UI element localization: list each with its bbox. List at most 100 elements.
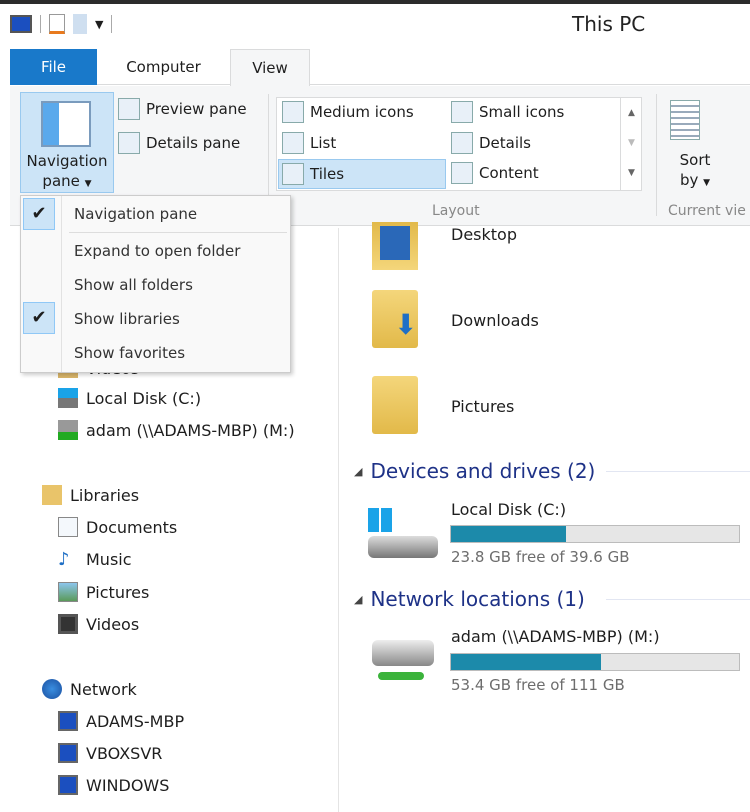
- tab-view[interactable]: View: [230, 49, 310, 86]
- collapse-icon[interactable]: ◢: [354, 465, 362, 478]
- documents-icon: [58, 517, 78, 537]
- label: Libraries: [70, 485, 140, 505]
- details-pane-icon: [118, 132, 140, 154]
- check-icon: ✔: [23, 198, 55, 230]
- label: Pictures: [86, 582, 150, 602]
- properties-icon[interactable]: [49, 14, 65, 34]
- layout-tiles[interactable]: Tiles: [278, 159, 446, 189]
- drive-free-space: 53.4 GB free of 111 GB: [451, 676, 625, 694]
- layout-content[interactable]: Content: [451, 162, 539, 184]
- network-drive-icon[interactable]: [372, 640, 438, 690]
- scroll-up-icon[interactable]: ▲: [621, 98, 642, 128]
- nav-item-network-drive[interactable]: adam (\\ADAMS-MBP) (M:): [58, 420, 295, 440]
- layout-group-label: Layout: [432, 203, 480, 219]
- gallery-expand-icon[interactable]: ▼: [621, 158, 642, 188]
- label: Content: [479, 164, 539, 182]
- tab-computer[interactable]: Computer: [97, 49, 230, 85]
- list-icon: [282, 132, 304, 154]
- label: Network: [70, 679, 137, 699]
- label: Small icons: [479, 103, 565, 121]
- menu-item-show-favorites[interactable]: Show favorites: [74, 344, 185, 362]
- music-icon: ♪: [58, 549, 70, 570]
- tiles-icon: [282, 163, 304, 185]
- label: Local Disk (C:): [86, 388, 202, 408]
- computer-icon: [58, 775, 78, 795]
- pictures-icon: [58, 582, 78, 602]
- menu-item-show-libraries[interactable]: Show libraries: [74, 310, 180, 328]
- menu-item-show-all-folders[interactable]: Show all folders: [74, 276, 193, 294]
- label: Documents: [86, 517, 178, 537]
- label: ADAMS-MBP: [86, 711, 185, 731]
- details-icon: [451, 132, 473, 154]
- layout-details[interactable]: Details: [451, 132, 531, 154]
- label: Medium icons: [310, 103, 414, 121]
- divider: [606, 599, 750, 600]
- divider: [606, 471, 750, 472]
- navigation-pane-menu: ✔ ✔ Navigation pane Expand to open folde…: [20, 195, 291, 373]
- network-drive-icon: [58, 420, 78, 440]
- menu-item-expand-to-open-folder[interactable]: Expand to open folder: [74, 242, 240, 260]
- label: List: [310, 134, 337, 152]
- pictures-folder-icon[interactable]: [372, 376, 418, 434]
- libraries-icon: [42, 485, 62, 505]
- drive-name[interactable]: Local Disk (C:): [451, 500, 566, 519]
- small-icons-icon: [451, 101, 473, 123]
- nav-item-network[interactable]: Network: [42, 679, 137, 699]
- preview-pane-button[interactable]: Preview pane: [118, 98, 247, 120]
- drive-usage-fill: [451, 654, 601, 670]
- layout-small-icons[interactable]: Small icons: [451, 101, 564, 123]
- computer-icon: [58, 711, 78, 731]
- preview-pane-icon: [118, 98, 140, 120]
- local-disk-drive-icon[interactable]: [368, 508, 440, 564]
- label: Network locations (1): [370, 587, 585, 611]
- navigation-pane-label2: pane: [42, 172, 80, 190]
- downloads-folder-icon[interactable]: ⬇: [372, 290, 418, 348]
- nav-item-adams-mbp[interactable]: ADAMS-MBP: [58, 711, 184, 731]
- window-top-border: [0, 0, 750, 4]
- sort-label: Sort: [679, 151, 711, 169]
- nav-item-local-disk[interactable]: Local Disk (C:): [58, 388, 201, 408]
- desktop-folder-icon[interactable]: [372, 222, 418, 270]
- drive-name[interactable]: adam (\\ADAMS-MBP) (M:): [451, 627, 660, 646]
- nav-item-videos-library[interactable]: Videos: [58, 614, 139, 634]
- navigation-pane-label: Navigation: [26, 152, 108, 170]
- details-pane-label: Details pane: [146, 134, 241, 152]
- layout-list[interactable]: List: [282, 132, 336, 154]
- computer-icon: [58, 743, 78, 763]
- label: VBOXSVR: [86, 743, 163, 763]
- sort-by-button[interactable]: Sort by ▼: [670, 100, 720, 200]
- layout-medium-icons[interactable]: Medium icons: [282, 101, 414, 123]
- preview-pane-label: Preview pane: [146, 100, 247, 118]
- nav-item-vboxsvr[interactable]: VBOXSVR: [58, 743, 162, 763]
- folder-downloads[interactable]: Downloads: [451, 311, 539, 330]
- content-icon: [451, 162, 473, 184]
- network-group-header[interactable]: ◢ Network locations (1): [354, 587, 585, 611]
- navigation-pane-icon: [41, 101, 91, 147]
- label: Tiles: [310, 165, 345, 183]
- tab-file[interactable]: File: [10, 49, 97, 85]
- details-pane-button[interactable]: Details pane: [118, 132, 240, 154]
- drive-usage-bar: [450, 653, 740, 671]
- nav-item-music[interactable]: ♪ Music: [58, 549, 132, 570]
- drive-free-space: 23.8 GB free of 39.6 GB: [451, 548, 630, 566]
- menu-item-navigation-pane[interactable]: Navigation pane: [74, 205, 197, 223]
- collapse-icon[interactable]: ◢: [354, 593, 362, 606]
- folder-desktop[interactable]: Desktop: [451, 225, 517, 244]
- divider: [656, 94, 657, 216]
- nav-item-libraries[interactable]: Libraries: [42, 485, 139, 505]
- scroll-down-icon[interactable]: ▼: [621, 128, 642, 158]
- folder-pictures[interactable]: Pictures: [451, 397, 514, 416]
- nav-item-windows[interactable]: WINDOWS: [58, 775, 169, 795]
- computer-icon[interactable]: [10, 15, 32, 33]
- nav-item-pictures[interactable]: Pictures: [58, 582, 149, 602]
- divider: [69, 232, 287, 233]
- gallery-scrollbar[interactable]: ▲ ▼ ▼: [620, 98, 642, 190]
- navigation-pane-button[interactable]: Navigation pane ▼: [20, 92, 114, 193]
- sort-icon: [670, 100, 700, 140]
- sort-label2: by: [679, 171, 699, 189]
- new-folder-icon[interactable]: [73, 14, 87, 34]
- nav-item-documents[interactable]: Documents: [58, 517, 177, 537]
- customize-dropdown-icon[interactable]: ▼: [95, 18, 103, 31]
- devices-group-header[interactable]: ◢ Devices and drives (2): [354, 459, 595, 483]
- current-view-group-label: Current vie: [668, 203, 746, 219]
